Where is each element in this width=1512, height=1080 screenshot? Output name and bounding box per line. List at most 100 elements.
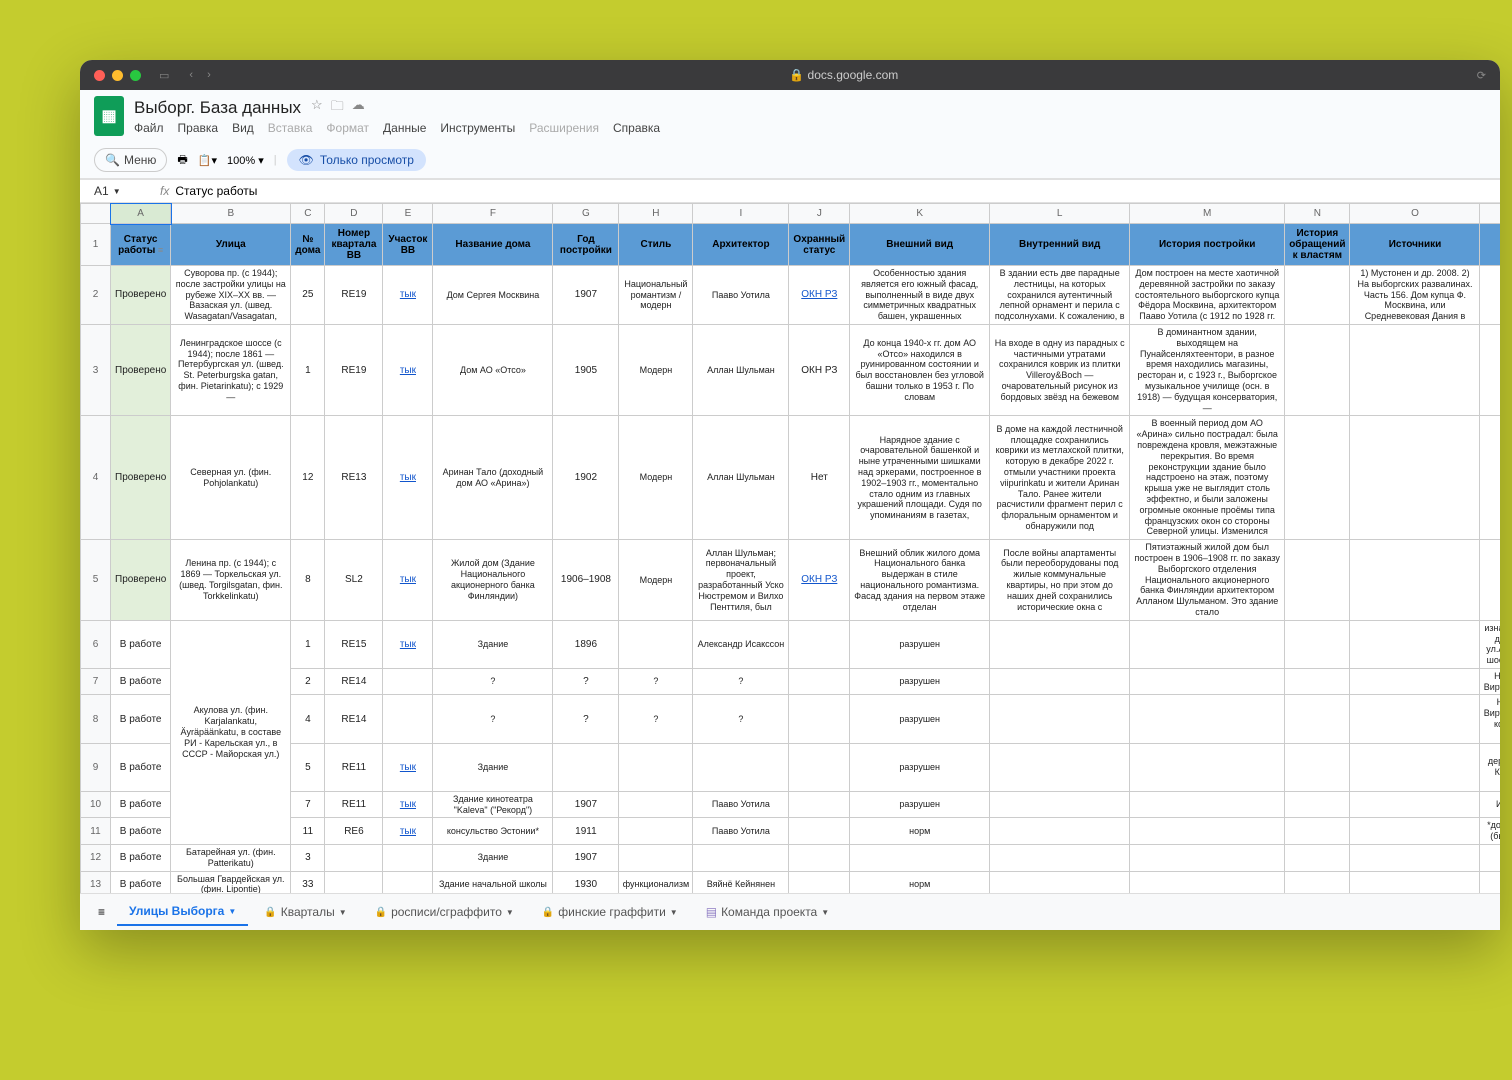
cell-F: Дом АО «Отсо» xyxy=(433,324,553,415)
formula-bar: A1 ▼ fx Статус работы xyxy=(80,179,1500,203)
col-header-K[interactable]: K xyxy=(850,204,990,224)
row-header-6[interactable]: 6 xyxy=(81,620,111,668)
cell-K: разрушен xyxy=(850,791,990,818)
window-controls[interactable] xyxy=(94,70,141,81)
sidebar-icon[interactable]: ▭ xyxy=(159,69,169,82)
sheet-tab[interactable]: Улицы Выборга ▼ xyxy=(117,898,248,926)
col-header-N[interactable]: N xyxy=(1285,204,1350,224)
col-header-H[interactable]: H xyxy=(619,204,693,224)
cell-L: В здании есть две парадные лестницы, на … xyxy=(990,266,1130,325)
cell-K: разрушен xyxy=(850,620,990,668)
name-box[interactable]: A1 ▼ xyxy=(94,184,154,198)
header-J: Охранный статус xyxy=(789,224,850,266)
refresh-icon[interactable]: ⟳ xyxy=(1477,69,1486,82)
col-header-D[interactable]: D xyxy=(325,204,383,224)
sheet-tab[interactable]: ▤ Команда проекта ▼ xyxy=(694,899,841,925)
cell-F: Здание начальной школы xyxy=(433,871,553,893)
menu-Файл[interactable]: Файл xyxy=(134,121,164,135)
cell-P: было деревянное ул. Куйбышева, мебельн xyxy=(1480,743,1500,791)
row-header-1[interactable]: 1 xyxy=(81,224,111,266)
menu-Инструменты[interactable]: Инструменты xyxy=(440,121,515,135)
col-header-J[interactable]: J xyxy=(789,204,850,224)
menu-Вид[interactable]: Вид xyxy=(232,121,254,135)
tabs-menu-icon[interactable]: ≡ xyxy=(90,905,113,919)
col-header-A[interactable]: A xyxy=(111,204,171,224)
cell-I xyxy=(693,845,789,872)
col-header-I[interactable]: I xyxy=(693,204,789,224)
formula-input[interactable]: Статус работы xyxy=(175,184,257,198)
address-bar[interactable]: 🔒 docs.google.com xyxy=(221,68,1467,82)
row-header-5[interactable]: 5 xyxy=(81,540,111,621)
cell-M: В доминантном здании, выходящем на Пунай… xyxy=(1130,324,1285,415)
print-icon[interactable]: 🖶 xyxy=(177,151,187,170)
sheet-tab[interactable]: 🔒 росписи/сграффито ▼ xyxy=(363,899,526,925)
cell-M xyxy=(1130,845,1285,872)
row-header-3[interactable]: 3 xyxy=(81,324,111,415)
zoom-select[interactable]: 100% ▾ xyxy=(227,154,264,167)
row-header-12[interactable]: 12 xyxy=(81,845,111,872)
cell-I: Пааво Уотила xyxy=(693,818,789,845)
cell-C: 25 xyxy=(291,266,325,325)
menu-Расширения[interactable]: Расширения xyxy=(529,121,599,135)
cell-O xyxy=(1350,620,1480,668)
sheet-tab[interactable]: 🔒 финские граффити ▼ xyxy=(530,899,690,925)
cell-G: 1905 xyxy=(553,324,619,415)
header-D: Номер квартала ВВ xyxy=(325,224,383,266)
menu-Справка[interactable]: Справка xyxy=(613,121,660,135)
row-header-11[interactable]: 11 xyxy=(81,818,111,845)
cell-G: 1907 xyxy=(553,845,619,872)
star-icon[interactable]: ☆ xyxy=(311,97,323,119)
menu-Правка[interactable]: Правка xyxy=(178,121,219,135)
col-header-L[interactable]: L xyxy=(990,204,1130,224)
row-header-10[interactable]: 10 xyxy=(81,791,111,818)
row-header-4[interactable]: 4 xyxy=(81,416,111,540)
row-header-7[interactable]: 7 xyxy=(81,668,111,695)
col-header-F[interactable]: F xyxy=(433,204,553,224)
spreadsheet-grid[interactable]: ABCDEFGHIJKLMNOP1Статус работы ≡Улица№ д… xyxy=(80,203,1500,893)
cell-I: Аллан Шульман; первоначальный проект, ра… xyxy=(693,540,789,621)
cell-L: На входе в одну из парадных с частичными… xyxy=(990,324,1130,415)
browser-chrome: ▭ ‹ › 🔒 docs.google.com ⟳ xyxy=(80,60,1500,90)
menu-Данные[interactable]: Данные xyxy=(383,121,426,135)
cell-D: SL2 xyxy=(325,540,383,621)
move-icon[interactable]: 🗀 xyxy=(331,97,344,119)
back-icon[interactable]: ‹ xyxy=(189,69,193,81)
cell-L xyxy=(990,845,1130,872)
header-E: Участок ВВ xyxy=(383,224,433,266)
cell-C: 1 xyxy=(291,620,325,668)
cell-K: разрушен xyxy=(850,668,990,695)
cell-I: Пааво Уотила xyxy=(693,791,789,818)
row-header-8[interactable]: 8 xyxy=(81,695,111,743)
cell-G: 1907 xyxy=(553,791,619,818)
row-header-9[interactable]: 9 xyxy=(81,743,111,791)
forward-icon[interactable]: › xyxy=(207,69,211,81)
cell-L: В доме на каждой лестничной площадке сох… xyxy=(990,416,1130,540)
menu-Вставка[interactable]: Вставка xyxy=(268,121,313,135)
cell-J xyxy=(789,668,850,695)
menu-button[interactable]: 🔍 Меню xyxy=(94,148,167,172)
cell-N xyxy=(1285,743,1350,791)
cell-N xyxy=(1285,871,1350,893)
status-cell: В работе xyxy=(111,791,171,818)
cell-N xyxy=(1285,818,1350,845)
document-title[interactable]: Выборг. База данных ☆ 🗀 ☁ xyxy=(134,97,660,119)
view-only-badge[interactable]: 👁 Только просмотр xyxy=(287,149,426,171)
col-header-C[interactable]: C xyxy=(291,204,325,224)
menu-bar[interactable]: Файл Правка Вид Вставка Формат Данные Инструме… xyxy=(134,121,660,135)
col-header-B[interactable]: B xyxy=(171,204,291,224)
col-header-G[interactable]: G xyxy=(553,204,619,224)
col-header-P[interactable]: P xyxy=(1480,204,1500,224)
sheets-logo-icon: ▦ xyxy=(94,96,124,136)
col-header-M[interactable]: M xyxy=(1130,204,1285,224)
cell-E: тык xyxy=(383,620,433,668)
cell-P xyxy=(1480,266,1500,325)
sheet-tab[interactable]: 🔒 Кварталы ▼ xyxy=(252,899,358,925)
row-header-2[interactable]: 2 xyxy=(81,266,111,325)
row-header-13[interactable]: 13 xyxy=(81,871,111,893)
menu-Формат[interactable]: Формат xyxy=(326,121,369,135)
col-header-O[interactable]: O xyxy=(1350,204,1480,224)
paste-icon[interactable]: 📋▾ xyxy=(198,154,217,167)
cell-P: Инфа о зда xyxy=(1480,791,1500,818)
cell-K: норм xyxy=(850,871,990,893)
col-header-E[interactable]: E xyxy=(383,204,433,224)
